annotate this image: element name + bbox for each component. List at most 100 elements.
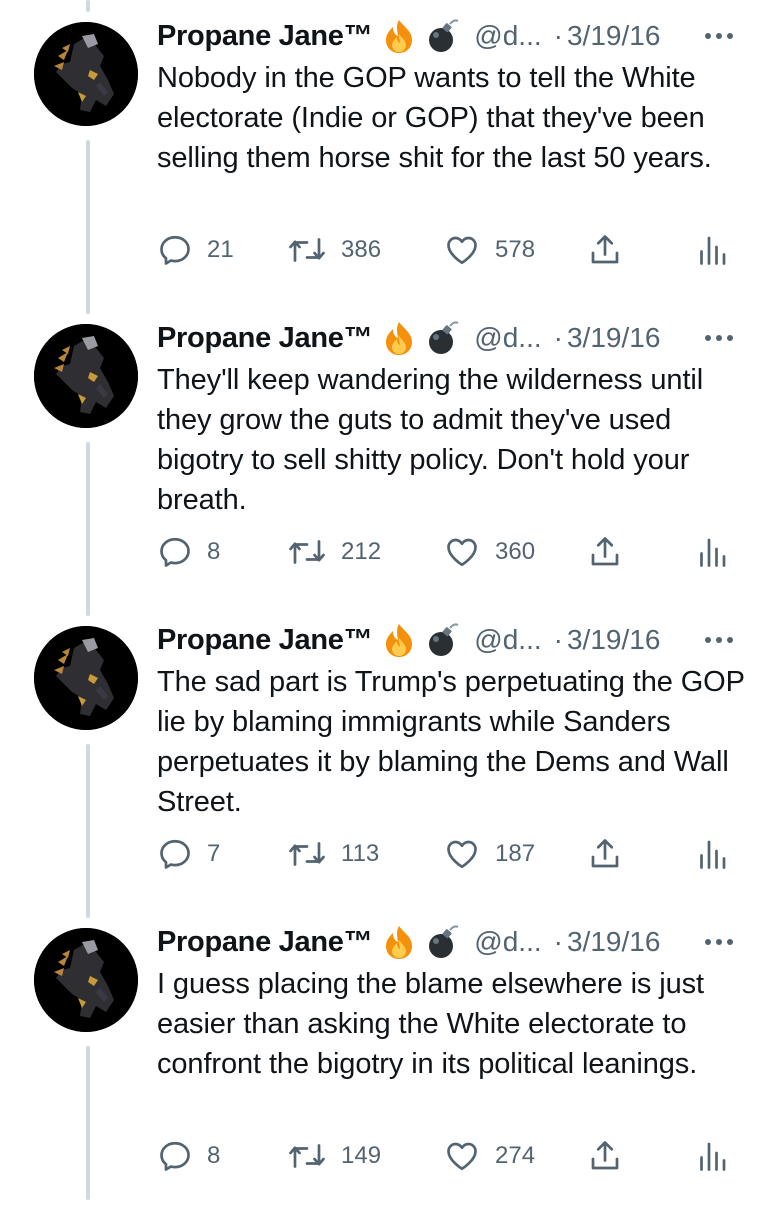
fire-emoji [382,622,416,658]
analytics-button[interactable] [697,832,727,876]
bomb-emoji [426,320,460,356]
handle[interactable]: @d... [474,624,541,656]
tweet-text: They'll keep wandering the wilderness un… [157,364,704,516]
timestamp[interactable]: 3/19/16 [567,624,660,656]
share-button[interactable] [587,1134,623,1178]
reply-button[interactable]: 21 [157,228,234,272]
more-dots-icon[interactable] [696,920,742,964]
timestamp[interactable]: 3/19/16 [567,926,660,958]
like-button[interactable]: 360 [443,530,535,574]
retweet-count: 113 [341,840,380,867]
fire-emoji [382,18,416,54]
tweet[interactable]: Propane Jane™ @d... · 3/19/16 I guess pl… [0,906,778,1208]
like-icon [447,840,477,869]
avatar[interactable] [34,928,138,1032]
retweet-icon [289,1144,325,1168]
fire-emoji [382,320,416,356]
tweet[interactable]: Propane Jane™ @d... · 3/19/16 Nobody in … [0,0,778,302]
display-name[interactable]: Propane Jane™ [157,20,373,53]
reply-button[interactable]: 8 [157,530,220,574]
like-count: 360 [495,538,536,565]
analytics-button[interactable] [697,530,727,574]
tweet[interactable]: Propane Jane™ @d... · 3/19/16 The sad pa… [0,604,778,906]
handle[interactable]: @d... [474,926,541,958]
reply-button[interactable]: 8 [157,1134,220,1178]
analytics-icon [700,236,726,265]
display-name[interactable]: Propane Jane™ [157,926,373,959]
avatar[interactable] [34,22,138,126]
avatar-image [34,22,138,126]
reply-button[interactable]: 7 [157,832,220,876]
like-count: 274 [495,1142,536,1169]
reply-icon [160,537,190,567]
retweet-count: 386 [341,236,382,263]
retweet-button[interactable]: 113 [287,832,379,876]
display-name[interactable]: Propane Jane™ [157,624,373,657]
avatar[interactable] [34,626,138,730]
avatar-image [34,324,138,428]
analytics-button[interactable] [697,1134,727,1178]
bomb-emoji [426,622,460,658]
reply-count: 21 [207,236,234,263]
like-count: 578 [495,236,536,263]
share-icon [591,235,619,264]
retweet-count: 149 [341,1142,382,1169]
handle[interactable]: @d... [474,322,541,354]
like-button[interactable]: 274 [443,1134,535,1178]
share-icon [591,537,619,566]
retweet-icon [289,540,325,564]
avatar-image [34,928,138,1032]
tweet-header: Propane Jane™ @d... · 3/19/16 [157,618,757,662]
analytics-icon [700,840,726,869]
separator: · [553,624,563,655]
action-bar: 7 113 187 [157,832,747,876]
analytics-button[interactable] [697,228,727,272]
tweet[interactable]: Propane Jane™ @d... · 3/19/16 They'll ke… [0,302,778,604]
reply-count: 8 [207,538,221,565]
share-button[interactable] [587,228,623,272]
retweet-button[interactable]: 386 [287,228,381,272]
tweet-header: Propane Jane™ @d... · 3/19/16 [157,920,757,964]
action-bar: 8 149 274 [157,1134,747,1178]
tweet-text: The sad part is Trump's perpetuating the… [157,666,745,818]
like-icon [447,1142,477,1171]
avatar[interactable] [34,324,138,428]
reply-count: 7 [207,840,221,867]
separator: · [553,322,563,353]
share-button[interactable] [587,832,623,876]
tweet-text: Nobody in the GOP wants to tell the Whit… [157,62,712,174]
retweet-icon [289,238,325,262]
retweet-button[interactable]: 212 [287,530,381,574]
separator: · [553,20,563,51]
more-dots-icon[interactable] [696,316,742,360]
like-icon [447,538,477,567]
action-bar: 8 212 360 [157,530,747,574]
fire-emoji [382,924,416,960]
tweet-header: Propane Jane™ @d... · 3/19/16 [157,14,757,58]
like-icon [447,236,477,265]
bomb-emoji [426,18,460,54]
like-button[interactable]: 187 [443,832,535,876]
timestamp[interactable]: 3/19/16 [567,20,660,52]
like-count: 187 [495,840,536,867]
like-button[interactable]: 578 [443,228,535,272]
retweet-count: 212 [341,538,382,565]
handle[interactable]: @d... [474,20,541,52]
avatar-image [34,626,138,730]
analytics-icon [700,1142,726,1171]
retweet-button[interactable]: 149 [287,1134,381,1178]
more-dots-icon[interactable] [696,14,742,58]
share-icon [591,839,619,868]
display-name[interactable]: Propane Jane™ [157,322,373,355]
action-bar: 21 386 578 [157,228,747,272]
bomb-emoji [426,924,460,960]
tweet-text: I guess placing the blame elsewhere is j… [157,968,704,1080]
tweet-header: Propane Jane™ @d... · 3/19/16 [157,316,757,360]
more-dots-icon[interactable] [696,618,742,662]
reply-icon [160,235,190,265]
reply-count: 8 [207,1142,221,1169]
reply-icon [160,1141,190,1171]
timestamp[interactable]: 3/19/16 [567,322,660,354]
share-icon [591,1141,619,1170]
share-button[interactable] [587,530,623,574]
